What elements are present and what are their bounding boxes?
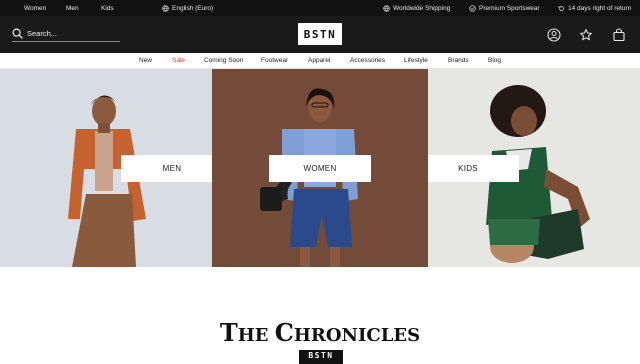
- men-panel[interactable]: MEN: [0, 69, 212, 267]
- chronicles-logo: BSTN: [299, 350, 343, 364]
- nav-item-sale[interactable]: Sale: [172, 57, 185, 64]
- logo[interactable]: BSTN: [298, 23, 342, 45]
- search-field[interactable]: Search...: [12, 26, 120, 42]
- shipping-label: Worldwide Shipping: [393, 4, 451, 12]
- badge-icon: [469, 4, 476, 12]
- title-letter-c: C: [274, 318, 294, 347]
- search-input[interactable]: Search...: [27, 29, 57, 38]
- kids-button[interactable]: KIDS: [428, 155, 519, 182]
- shipping-info: Worldwide Shipping: [383, 0, 450, 16]
- nav-item-accessories[interactable]: Accessories: [350, 57, 385, 64]
- top-bar: Women Men Kids English (Euro) Worldwide …: [0, 0, 640, 16]
- return-icon: [558, 5, 564, 11]
- title-letter-t: T: [219, 318, 238, 347]
- section-title: THE CHRONICLES: [0, 318, 640, 347]
- returns-label: 14 days right of return: [568, 4, 632, 12]
- nav-item-apparel[interactable]: Apparel: [308, 57, 330, 64]
- language-label: English (Euro): [172, 4, 214, 12]
- nav-item-coming-soon[interactable]: Coming Soon: [204, 57, 243, 64]
- title-part-he: HE: [237, 325, 275, 346]
- main-header: Search... BSTN: [0, 16, 640, 53]
- topbar-link-men[interactable]: Men: [66, 0, 79, 16]
- cart-bag-icon[interactable]: [612, 28, 626, 42]
- topbar-link-women[interactable]: Women: [24, 0, 46, 16]
- returns-info: 14 days right of return: [558, 0, 631, 16]
- topbar-link-kids[interactable]: Kids: [101, 0, 114, 16]
- title-part-hronicles: HRONICLES: [293, 325, 421, 346]
- nav-item-new[interactable]: New: [139, 57, 152, 64]
- category-nav: New Sale Coming Soon Footwear Apparel Ac…: [0, 53, 640, 69]
- nav-item-footwear[interactable]: Footwear: [261, 57, 288, 64]
- wishlist-star-icon[interactable]: [579, 28, 593, 42]
- men-button[interactable]: MEN: [121, 155, 212, 182]
- globe-icon: [162, 4, 169, 12]
- nav-item-blog[interactable]: Blog: [488, 57, 501, 64]
- premium-info: Premium Sportswear: [469, 0, 540, 16]
- search-icon: [12, 28, 23, 39]
- hero-panels: MEN WOMEN KIDS: [0, 69, 640, 267]
- premium-label: Premium Sportswear: [479, 4, 540, 12]
- nav-item-lifestyle[interactable]: Lifestyle: [404, 57, 428, 64]
- globe-icon: [383, 4, 390, 12]
- kids-panel[interactable]: KIDS: [428, 69, 640, 267]
- women-button[interactable]: WOMEN: [269, 155, 371, 182]
- account-icon[interactable]: [547, 28, 561, 42]
- nav-item-brands[interactable]: Brands: [448, 57, 469, 64]
- language-selector[interactable]: English (Euro): [162, 0, 213, 16]
- women-panel[interactable]: WOMEN: [212, 69, 428, 267]
